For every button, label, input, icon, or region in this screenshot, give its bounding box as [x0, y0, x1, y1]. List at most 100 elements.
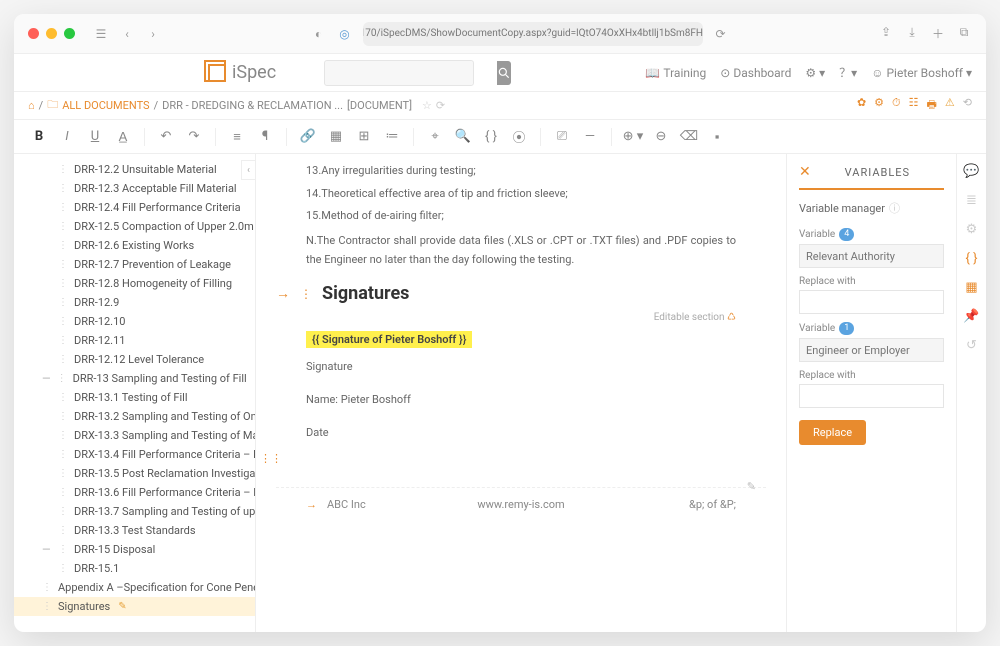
list-button[interactable]: ≔	[381, 126, 403, 148]
anchor-button[interactable]: ⌖	[424, 126, 446, 148]
rail-code-icon[interactable]: { }	[965, 251, 977, 266]
outline-item[interactable]: ⋮DRX-13.4 Fill Performance Criteria – De…	[14, 445, 255, 464]
align-button[interactable]: ≡	[226, 126, 248, 148]
outline-item[interactable]: —⋮DRR-15 Disposal	[14, 540, 255, 559]
document-content[interactable]: 13.Any irregularities during testing; 14…	[256, 154, 786, 632]
refresh-icon[interactable]: ⟳	[436, 99, 445, 112]
collapse-sidebar-icon[interactable]: ‹	[241, 160, 255, 180]
action-icon-3[interactable]: ⏱	[892, 96, 901, 115]
outline-item[interactable]: ⋮Appendix A –Specification for Cone Pene…	[14, 578, 255, 597]
reload-icon[interactable]: ⟳	[713, 27, 729, 41]
action-icon-2[interactable]: ⚙	[874, 96, 884, 115]
logo[interactable]: iSpec	[208, 62, 276, 83]
action-icon-4[interactable]: ☷	[909, 96, 919, 115]
minimize-window[interactable]	[46, 28, 57, 39]
image-button[interactable]: ▦	[325, 126, 347, 148]
replace-button[interactable]: Replace	[799, 420, 866, 445]
sig-marker-icon[interactable]: ⋮⋮	[260, 452, 282, 465]
indent-button[interactable]: ¶	[254, 126, 276, 148]
nav-user[interactable]: ☺ Pieter Boshoff ▾	[871, 66, 972, 80]
nav-training[interactable]: 📖 Training	[645, 66, 706, 80]
variable-manager-link[interactable]: Variable managerⓘ	[799, 200, 944, 216]
outline-item[interactable]: ⋮DRR-12.6 Existing Works	[14, 236, 255, 255]
action-icon-5[interactable]: 🖶	[927, 96, 937, 115]
nav-forward-icon[interactable]: ›	[145, 27, 161, 41]
recycle-icon[interactable]: ♺	[727, 312, 736, 323]
section-drag-icon[interactable]: ⋮	[300, 287, 312, 301]
outline-item[interactable]: ⋮DRX-12.5 Compaction of Upper 2.0m of On…	[14, 217, 255, 236]
nav-back-icon[interactable]: ‹	[119, 27, 135, 41]
sidebar-toggle-icon[interactable]: ☰	[93, 27, 109, 41]
replace-input-1[interactable]	[799, 290, 944, 314]
outline-item[interactable]: —⋮DRR-13 Sampling and Testing of Fill	[14, 369, 255, 388]
italic-button[interactable]: I	[56, 126, 78, 148]
crumb-home-icon[interactable]: ⌂	[28, 99, 35, 112]
nav-help-icon[interactable]: ？▾	[839, 64, 857, 81]
url-bar[interactable]: 192.168.1.170/iSpecDMS/ShowDocumentCopy.…	[363, 22, 703, 46]
crumb-folder-icon[interactable]: 🗀	[47, 96, 58, 115]
hr-button[interactable]: —	[579, 126, 601, 148]
outline-item[interactable]: ⋮DRR-12.2 Unsuitable Material	[14, 160, 255, 179]
outline-item[interactable]: ⋮DRR-15.1	[14, 559, 255, 578]
help-icon[interactable]: ⓘ	[889, 200, 900, 216]
download-icon[interactable]: ⤓	[904, 25, 920, 42]
search-button[interactable]	[497, 61, 511, 85]
close-panel-icon[interactable]: ✕	[799, 164, 811, 180]
share-icon[interactable]: ⇪	[878, 25, 894, 42]
fullscreen-button[interactable]: ▪	[706, 126, 728, 148]
outline-sidebar[interactable]: ‹ ⋮DRR-12.2 Unsuitable Material⋮DRR-12.3…	[14, 154, 256, 632]
outline-item[interactable]: ⋮DRR-13.1 Testing of Fill	[14, 388, 255, 407]
rail-pin-icon[interactable]: 📌	[963, 309, 979, 324]
search-input[interactable]	[325, 61, 497, 85]
nav-dashboard[interactable]: ⊙ Dashboard	[720, 66, 791, 80]
outline-item[interactable]: ⋮DRX-13.3 Sampling and Testing of Marine…	[14, 426, 255, 445]
star-icon[interactable]: ☆	[422, 99, 432, 112]
outline-item[interactable]: ⋮DRR-13.7 Sampling and Testing of upper …	[14, 502, 255, 521]
var-button[interactable]: ⦿	[508, 126, 530, 148]
zoom-out-button[interactable]: ⊖	[650, 126, 672, 148]
variable-input-2[interactable]	[799, 338, 944, 362]
outline-item[interactable]: ⋮DRR-12.4 Fill Performance Criteria	[14, 198, 255, 217]
new-tab-icon[interactable]: ＋	[930, 25, 946, 42]
outline-item[interactable]: ⋮DRR-12.11	[14, 331, 255, 350]
redo-button[interactable]: ↷	[183, 126, 205, 148]
action-icon-1[interactable]: ✿	[857, 96, 866, 115]
section-arrow-icon[interactable]: →	[276, 285, 290, 302]
sync-icon[interactable]: ⟲	[963, 96, 972, 115]
warning-icon[interactable]: ⚠	[945, 96, 955, 115]
rail-list-icon[interactable]: ≣	[966, 193, 977, 208]
outline-item[interactable]: ⋮DRR-12.3 Acceptable Fill Material	[14, 179, 255, 198]
outline-item[interactable]: ⋮DRR-13.3 Test Standards	[14, 521, 255, 540]
rail-grid-icon[interactable]: ▦	[965, 280, 977, 295]
bold-button[interactable]: B	[28, 126, 50, 148]
rail-history-icon[interactable]: ↺	[966, 338, 977, 353]
outline-item[interactable]: ⋮DRR-13.5 Post Reclamation Investigation	[14, 464, 255, 483]
outline-item[interactable]: ⋮DRR-12.9	[14, 293, 255, 312]
variable-input-1[interactable]	[799, 244, 944, 268]
shield-icon[interactable]: ◐	[311, 27, 327, 41]
footer-arrow-icon[interactable]: →	[306, 498, 317, 511]
outline-item[interactable]: ⋮DRR-12.8 Homogeneity of Filling	[14, 274, 255, 293]
edit-footer-icon[interactable]: ✎	[747, 480, 756, 493]
zoom-in-button[interactable]: ⊕ ▾	[622, 126, 644, 148]
undo-button[interactable]: ↶	[155, 126, 177, 148]
clear-format-button[interactable]: ⌫	[678, 126, 700, 148]
global-search[interactable]	[324, 60, 474, 86]
find-button[interactable]: 🔍	[452, 126, 474, 148]
tabs-icon[interactable]: ⧉	[956, 25, 972, 42]
outline-item[interactable]: ⋮DRR-12.10	[14, 312, 255, 331]
close-window[interactable]	[28, 28, 39, 39]
rail-chat-icon[interactable]: 💬	[963, 164, 979, 179]
font-color-button[interactable]: A̲	[112, 126, 134, 148]
maximize-window[interactable]	[64, 28, 75, 39]
outline-item[interactable]: ⋮DRR-13.6 Fill Performance Criteria – De…	[14, 483, 255, 502]
outline-item[interactable]: ⋮DRR-13.2 Sampling and Testing of On Lan…	[14, 407, 255, 426]
table-button[interactable]: ⊞	[353, 126, 375, 148]
code-button[interactable]: { }	[480, 126, 502, 148]
outline-item[interactable]: ⋮DRR-12.12 Level Tolerance	[14, 350, 255, 369]
signature-placeholder[interactable]: {{ Signature of Pieter Boshoff }}	[306, 331, 472, 348]
nav-settings-icon[interactable]: ⚙ ▾	[805, 66, 825, 80]
outline-item[interactable]: ⋮Signatures✎	[14, 597, 255, 616]
crumb-all-docs[interactable]: ALL DOCUMENTS	[62, 99, 149, 112]
link-button[interactable]: 🔗	[297, 126, 319, 148]
